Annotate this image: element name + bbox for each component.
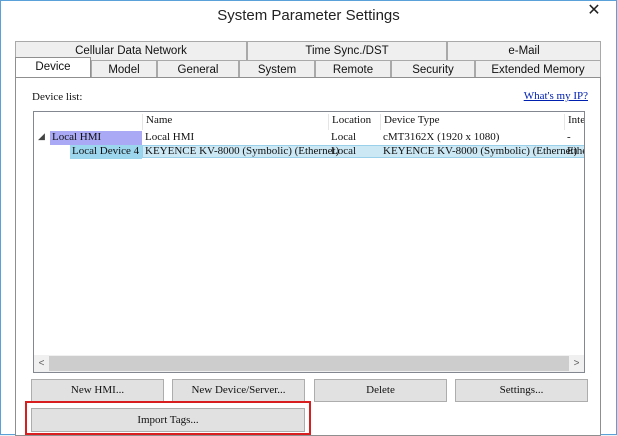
tree-expand-icon[interactable]: ◢ [38, 131, 45, 142]
scrollbar-thumb[interactable] [49, 356, 569, 371]
row-device-type: cMT3162X (1920 x 1080) [383, 131, 500, 143]
device-list-label: Device list: [32, 91, 83, 103]
window-title: System Parameter Settings [217, 7, 400, 24]
title-bar: System Parameter Settings ✕ [1, 1, 616, 31]
row-interface: Ether [567, 145, 584, 157]
scroll-right-icon[interactable]: > [569, 355, 584, 372]
new-hmi-button[interactable]: New HMI... [31, 379, 164, 402]
table-row[interactable]: Local Device 4 KEYENCE KV-8000 (Symbolic… [34, 145, 584, 159]
table-row[interactable]: ◢ Local HMI Local HMI Local cMT3162X (19… [34, 131, 584, 145]
tab-time-sync-dst[interactable]: Time Sync./DST [247, 41, 447, 60]
row-name: Local HMI [145, 131, 195, 143]
system-parameter-settings-window: System Parameter Settings ✕ Cellular Dat… [0, 0, 617, 436]
row-interface: - [567, 131, 571, 143]
tab-device[interactable]: Device [15, 57, 91, 78]
column-header-location[interactable]: Location [328, 114, 380, 130]
whats-my-ip-link[interactable]: What's my IP? [524, 90, 588, 102]
row-name: KEYENCE KV-8000 (Symbolic) (Ethernet) [145, 145, 340, 157]
settings-button[interactable]: Settings... [455, 379, 588, 402]
row-location: Local [331, 131, 357, 143]
row-location: Local [331, 145, 357, 157]
import-tags-button[interactable]: Import Tags... [31, 408, 305, 432]
column-header-name[interactable]: Name [142, 114, 326, 130]
scroll-left-icon[interactable]: < [34, 355, 49, 372]
tab-e-mail[interactable]: e-Mail [447, 41, 601, 60]
horizontal-scrollbar[interactable]: < > [34, 355, 584, 372]
delete-button[interactable]: Delete [314, 379, 447, 402]
column-header-device-type[interactable]: Device Type [380, 114, 564, 130]
row-device-type: KEYENCE KV-8000 (Symbolic) (Ethernet) [383, 145, 578, 157]
column-header-interface[interactable]: Inter [564, 114, 584, 130]
device-list[interactable]: Name Location Device Type Inter ◢ Local … [33, 111, 585, 373]
close-icon[interactable]: ✕ [580, 2, 608, 20]
new-device-server-button[interactable]: New Device/Server... [172, 379, 305, 402]
tree-node-local-device-4[interactable]: Local Device 4 [70, 145, 142, 159]
tree-node-local-hmi[interactable]: Local HMI [50, 131, 142, 145]
